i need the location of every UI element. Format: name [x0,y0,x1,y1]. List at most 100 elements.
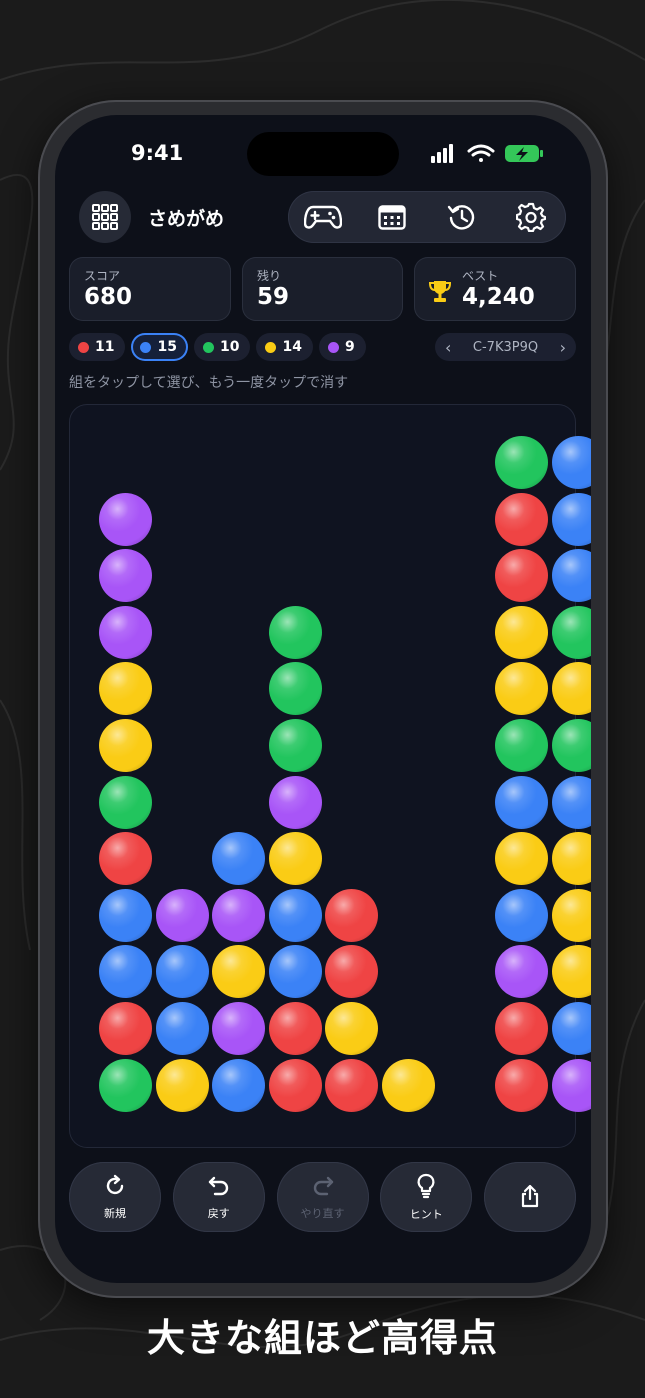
toolbar [288,191,566,243]
ball-purple[interactable] [212,888,266,942]
game-board[interactable] [69,404,591,1148]
ball-blue[interactable] [212,1058,266,1112]
ball-yellow[interactable] [99,662,152,716]
history-button[interactable] [442,197,482,237]
redo-button[interactable]: やり直す [276,1162,369,1232]
ball-purple[interactable] [99,605,152,659]
ball-green[interactable] [268,662,322,716]
ball-purple[interactable] [155,888,209,942]
hint-button[interactable]: ヒント [380,1162,473,1232]
ball-yellow[interactable] [99,719,152,772]
ball-blue[interactable] [155,945,209,999]
ball-purple[interactable] [99,549,152,603]
redo-label: やり直す [300,1206,345,1220]
ball-green[interactable] [268,719,322,772]
color-count: 11 [95,339,115,355]
remaining-card: 残り 59 [242,257,403,321]
color-chip-purple[interactable]: 9 [318,333,366,361]
ball-red[interactable] [325,888,379,942]
ball-red[interactable] [268,1002,322,1055]
ball-red[interactable] [495,1058,549,1112]
ball-yellow[interactable] [551,888,591,942]
ball-yellow[interactable] [495,662,549,716]
color-count: 14 [282,339,302,355]
ball-blue[interactable] [551,549,591,603]
ball-yellow[interactable] [551,832,591,886]
menu-grid-button[interactable] [79,191,131,243]
ball-yellow[interactable] [495,832,549,886]
undo-icon [207,1174,231,1201]
history-icon [447,205,474,230]
grid-icon [92,204,118,230]
ball-yellow[interactable] [212,945,266,999]
gear-icon [516,202,547,232]
ball-green[interactable] [268,605,322,659]
ball-blue[interactable] [551,436,591,489]
game-mode-button[interactable] [303,197,343,237]
color-count: 15 [157,339,177,355]
ball-red[interactable] [495,1002,549,1055]
ball-purple[interactable] [99,492,152,546]
ball-green[interactable] [99,775,152,829]
color-dot [78,341,89,353]
ball-green[interactable] [495,436,549,489]
ball-yellow[interactable] [551,662,591,716]
redo-icon [311,1174,335,1201]
ball-red[interactable] [268,1058,322,1112]
settings-button[interactable] [511,197,551,237]
best-card: ベスト 4,240 [414,257,576,321]
ball-green[interactable] [551,719,591,772]
score-label: スコア [84,269,121,283]
daily-calendar-button[interactable] [372,197,412,237]
battery-icon [505,145,543,162]
ball-blue[interactable] [551,492,591,546]
new-game-button[interactable]: 新規 [69,1162,161,1232]
ball-green[interactable] [99,1058,152,1112]
ball-red[interactable] [325,1058,379,1112]
color-dot [265,341,277,353]
undo-button[interactable]: 戻す [172,1162,265,1232]
ball-red[interactable] [495,492,549,546]
ball-blue[interactable] [212,832,266,886]
ball-yellow[interactable] [495,605,549,659]
ball-yellow[interactable] [325,1002,379,1055]
share-button[interactable] [484,1162,576,1232]
ball-purple[interactable] [551,1058,591,1112]
ball-blue[interactable] [268,888,322,942]
ball-green[interactable] [551,605,591,659]
ball-red[interactable] [99,832,152,886]
color-chip-blue[interactable]: 15 [131,333,188,361]
ball-blue[interactable] [99,888,152,942]
undo-label: 戻す [207,1206,230,1220]
ball-blue[interactable] [99,945,152,999]
chevron-left-icon[interactable]: ‹ [445,338,451,357]
score-card: スコア 680 [69,257,231,321]
new-game-label: 新規 [104,1206,126,1220]
ball-blue[interactable] [551,775,591,829]
ball-blue[interactable] [495,775,549,829]
ball-yellow[interactable] [382,1058,435,1112]
ball-red[interactable] [495,549,549,603]
signal-icon [431,144,453,163]
chevron-right-icon[interactable]: › [560,338,566,357]
ball-yellow[interactable] [268,832,322,886]
color-chip-red[interactable]: 11 [69,333,126,361]
color-chip-yellow[interactable]: 14 [256,333,313,361]
ball-green[interactable] [495,719,549,772]
score-value: 680 [84,284,133,310]
ball-blue[interactable] [155,1002,209,1055]
ball-purple[interactable] [495,945,549,999]
ball-blue[interactable] [551,1002,591,1055]
ball-yellow[interactable] [155,1058,209,1112]
ball-red[interactable] [325,945,379,999]
ball-blue[interactable] [268,945,322,999]
hint-label: ヒント [409,1207,443,1221]
wifi-icon [467,144,495,162]
ball-blue[interactable] [495,888,549,942]
color-chip-green[interactable]: 10 [193,333,251,361]
ball-yellow[interactable] [551,945,591,999]
ball-purple[interactable] [268,775,322,829]
ball-red[interactable] [99,1002,152,1055]
instruction-text: 組をタップして選び、もう一度タップで消す [69,375,349,391]
ball-purple[interactable] [212,1002,266,1055]
